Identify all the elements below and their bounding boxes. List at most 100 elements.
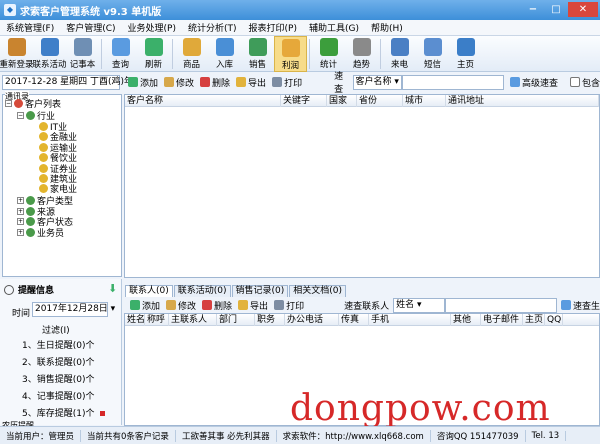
column-header[interactable]: 其他 [451,313,481,326]
toolbar-label: 利润 [281,61,299,71]
toolbar-stock-in-button[interactable]: 入库 [208,36,241,72]
expand-toggle-icon[interactable]: + [17,207,24,215]
watermark: dongpow.com [290,388,551,429]
column-header[interactable]: 职务 [255,313,285,326]
reminder-item-label: 2、联系提醒(0)个 [22,358,95,368]
column-header[interactable]: 主联系人 [169,313,217,326]
reminder-title: 提醒信息 [18,286,55,296]
down-arrow-icon[interactable]: ⬇ [108,282,117,295]
product-icon [182,38,201,56]
toolbar-label: 记事本 [69,60,96,70]
status-item: 当前共有0条客户记录 [81,429,176,442]
contact-print-button[interactable]: 打印 [274,299,304,312]
tab-detail[interactable]: 联系人(0) [125,285,173,297]
column-header[interactable]: 电子邮件 [481,313,523,326]
maximize-button[interactable]: □ [545,2,567,17]
filter-label: 过滤(I) [42,326,70,336]
menu-report[interactable]: 报表打印(P) [243,21,303,34]
toolbar-statistics-button[interactable]: 统计 [312,36,345,72]
status-bar: 当前用户：管理员 当前共有0条客户记录 工欲善其事 必先利其器 求索软件：http:/… [0,426,600,444]
expand-toggle-icon[interactable]: + [17,228,24,236]
column-header[interactable]: 部门 [217,313,255,326]
contact-export-button[interactable]: 导出 [238,299,268,312]
close-button[interactable]: ✕ [568,2,598,17]
column-header[interactable]: 关键字 [281,94,327,107]
column-header[interactable]: 办公电话 [285,313,339,326]
contact-search-label: 速查联系人 [344,301,390,312]
minimize-button[interactable]: − [522,2,544,17]
toolbar-contact-activity-button[interactable]: 联系活动 [33,36,67,72]
export-icon [238,300,249,310]
column-header[interactable]: 国家 [327,94,357,107]
column-header[interactable]: 省份 [357,94,403,107]
menu-statistics[interactable]: 统计分析(T) [182,21,243,34]
advanced-search-button[interactable]: 高级速查 [509,76,558,89]
search-field-select[interactable]: 客户名称 ▾ [352,74,402,90]
column-header[interactable]: 通讯地址 [446,94,599,107]
expand-toggle-icon[interactable]: − [17,112,24,119]
column-header[interactable]: 主页 [523,313,545,326]
print-button[interactable]: 打印 [272,76,302,89]
expand-toggle-icon[interactable]: + [17,197,24,204]
window-title: 求索客户管理系统 v9.3 单机版 [20,6,162,18]
toolbar-profit-button[interactable]: 利润 [274,36,307,72]
toolbar-sales-button[interactable]: 销售 [241,36,274,72]
search-icon [111,38,130,56]
column-header[interactable]: 城市 [403,94,446,107]
toolbar-notepad-button[interactable]: 记事本 [66,36,99,72]
contact-delete-button[interactable]: 删除 [202,299,232,312]
expand-toggle-icon[interactable]: + [17,218,24,225]
menu-customer[interactable]: 客户管理(C) [60,21,121,34]
menu-business[interactable]: 业务处理(P) [122,21,182,34]
profit-icon [281,39,300,57]
menu-bar: 系统管理(F) 客户管理(C) 业务处理(P) 统计分析(T) 报表打印(P) … [0,20,600,36]
contact-add-button[interactable]: 添加 [130,299,160,312]
quick-search-input[interactable] [401,74,504,90]
reminder-item[interactable]: 2、联系提醒(0)个 [22,355,94,368]
edit-button[interactable]: 修改 [164,76,194,89]
notepad-icon [73,38,92,56]
contact-search-button[interactable]: 速查生 [560,299,600,312]
tab-detail[interactable]: 销售记录(0) [231,285,289,297]
reminder-item[interactable]: 1、生日提醒(0)个 [22,338,94,351]
toolbar-relogin-button[interactable]: 重新登录 [0,36,34,72]
tree-category-item[interactable]: + 业务员 [17,226,64,239]
toolbar-incoming-call-button[interactable]: 来电 [383,36,416,72]
column-header[interactable]: QQ [545,313,563,326]
column-header[interactable]: 手机 [369,313,451,326]
tree-node-icon [26,227,35,237]
reminder-date-picker[interactable]: 2017年12月28日 ▾ [32,302,115,317]
menu-system[interactable]: 系统管理(F) [0,21,60,34]
contact-search-input[interactable] [445,297,557,313]
column-header[interactable]: 姓名 [125,313,145,326]
toolbar-separator [101,39,102,69]
contact-search-field-select[interactable]: 姓名 ▾ [393,297,446,313]
print-icon [272,77,283,87]
tab-detail[interactable]: 相关文档(0) [289,285,346,297]
reminder-panel: 提醒信息 ⬇ 时间 2017年12月28日 ▾ 过滤(I) 1、生日提醒(0)个… [0,279,122,430]
contact-edit-button[interactable]: 修改 [166,299,196,312]
column-header[interactable]: 称呼 [145,313,169,326]
contains-checkbox[interactable]: 包含 [569,76,600,89]
add-button[interactable]: 添加 [128,76,158,89]
stock-in-icon [215,38,234,56]
reminder-item[interactable]: 4、记事提醒(0)个 [22,389,94,402]
toolbar-product-button[interactable]: 商品 [175,36,208,72]
time-label: 时间 [12,309,31,319]
status-item: 工欲善其事 必先利其器 [176,429,277,442]
menu-help[interactable]: 帮助(H) [365,21,409,34]
tab-detail[interactable]: 联系活动(0) [173,285,231,297]
column-header[interactable]: 客户名称 [125,94,281,107]
delete-button[interactable]: 删除 [200,76,230,89]
reminder-item[interactable]: 5、库存提醒(1)个 [22,406,106,419]
toolbar-search-button[interactable]: 查询 [104,36,137,72]
menu-tools[interactable]: 辅助工具(G) [303,21,365,34]
toolbar-refresh-button[interactable]: 刷新 [137,36,170,72]
export-button[interactable]: 导出 [236,76,266,89]
expand-toggle-icon[interactable]: − [5,100,12,107]
column-header[interactable]: 传真 [339,313,369,326]
toolbar-home-button[interactable]: 主页 [449,36,482,72]
toolbar-trend-button[interactable]: 趋势 [345,36,378,72]
toolbar-sms-button[interactable]: 短信 [416,36,449,72]
reminder-item[interactable]: 3、销售提醒(0)个 [22,372,94,385]
